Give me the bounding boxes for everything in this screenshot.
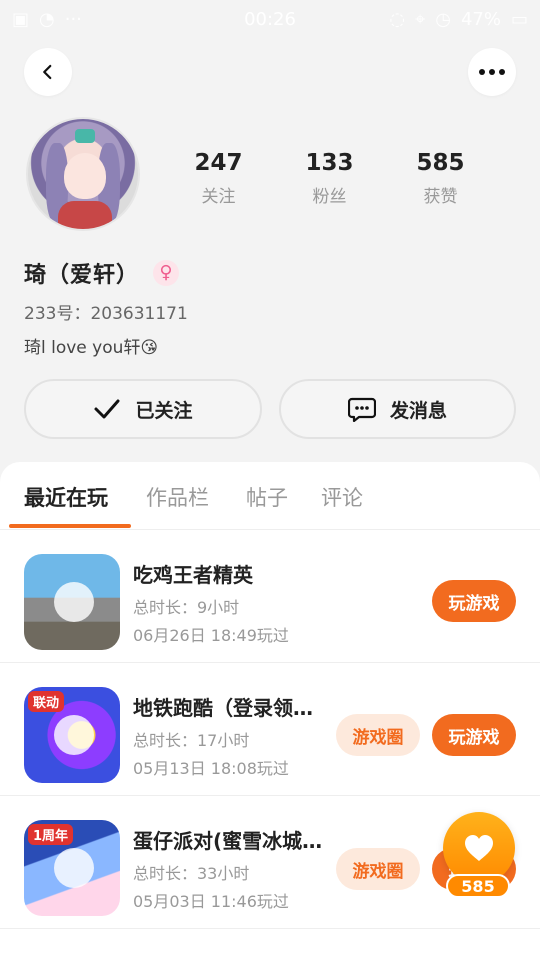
- game-badge: 联动: [28, 691, 65, 712]
- game-duration: 总时长：9小时: [133, 598, 240, 617]
- battery-percent: 47%: [460, 8, 501, 30]
- message-button-label: 发消息: [389, 399, 447, 422]
- likes-count: 585: [416, 150, 465, 176]
- fans-count: 133: [305, 150, 354, 176]
- game-circle-button[interactable]: 游戏圈: [336, 848, 420, 890]
- avatar[interactable]: [26, 117, 140, 231]
- check-icon: [94, 399, 120, 419]
- likes-label: 获赞: [423, 187, 458, 207]
- tab-works[interactable]: 作品栏: [146, 482, 209, 512]
- game-title: 地铁跑酷（登录领…: [133, 696, 313, 720]
- message-button[interactable]: 发消息: [279, 379, 516, 439]
- profile-stats: 247 关注 133 粉丝 585 获赞: [163, 150, 497, 207]
- headset-icon: ◌: [389, 8, 406, 30]
- stat-following[interactable]: 247 关注: [163, 150, 274, 207]
- floating-like-count: 585: [446, 874, 510, 898]
- game-row[interactable]: 吃鸡王者精英 总时长：9小时 06月26日 18:49玩过 玩游戏: [0, 530, 540, 663]
- location-icon: ⌖: [415, 8, 426, 30]
- tab-posts[interactable]: 帖子: [246, 482, 288, 512]
- game-last-played: 06月26日 18:49玩过: [133, 626, 289, 645]
- name-row: 琦（爱轩） ♀: [24, 257, 180, 289]
- profile-name: 琦（爱轩）: [24, 263, 140, 288]
- follow-button-label: 已关注: [135, 399, 193, 422]
- tab-comments[interactable]: 评论: [321, 482, 363, 512]
- game-badge: 1周年: [28, 824, 74, 845]
- game-title: 蛋仔派对(蜜雪冰城…: [133, 829, 323, 853]
- profile-tabs: 最近在玩 作品栏 帖子 评论: [0, 462, 540, 530]
- user-id: 233号：203631171: [24, 304, 188, 324]
- more-horizontal-icon: [479, 69, 505, 75]
- game-last-played: 05月13日 18:08玩过: [133, 759, 289, 778]
- message-icon: [347, 397, 376, 422]
- follow-button[interactable]: 已关注: [24, 379, 262, 439]
- following-count: 247: [194, 150, 243, 176]
- game-icon[interactable]: 1周年: [24, 820, 120, 916]
- heart-icon: [465, 835, 493, 861]
- fans-label: 粉丝: [312, 187, 347, 207]
- more-button[interactable]: [468, 48, 516, 96]
- game-icon[interactable]: 联动: [24, 687, 120, 783]
- game-row[interactable]: 联动 地铁跑酷（登录领… 总时长：17小时 05月13日 18:08玩过 游戏圈…: [0, 663, 540, 796]
- play-game-button[interactable]: 玩游戏: [432, 580, 516, 622]
- tab-indicator: [9, 524, 131, 528]
- following-label: 关注: [201, 187, 236, 207]
- game-title: 吃鸡王者精英: [133, 563, 253, 587]
- back-button[interactable]: [24, 48, 72, 96]
- game-duration: 总时长：17小时: [133, 731, 250, 750]
- game-icon[interactable]: [24, 554, 120, 650]
- status-right-icons: ◌ ⌖ ◷ 47% ▭: [389, 9, 528, 30]
- chevron-left-icon: [43, 64, 52, 80]
- game-circle-button[interactable]: 游戏圈: [336, 714, 420, 756]
- stat-likes[interactable]: 585 获赞: [385, 150, 496, 207]
- stat-fans[interactable]: 133 粉丝: [274, 150, 385, 207]
- status-bar: ▣ ◔ ··· 00:26 ◌ ⌖ ◷ 47% ▭: [0, 0, 540, 38]
- battery-icon: ▭: [510, 8, 528, 30]
- play-game-button[interactable]: 玩游戏: [432, 714, 516, 756]
- tab-recently-played[interactable]: 最近在玩: [24, 482, 108, 512]
- profile-bio: 琦l love you轩😘: [24, 338, 159, 358]
- game-duration: 总时长：33小时: [133, 864, 250, 883]
- game-last-played: 05月03日 11:46玩过: [133, 892, 289, 911]
- alarm-icon: ◷: [435, 8, 451, 30]
- female-icon: ♀: [153, 260, 180, 286]
